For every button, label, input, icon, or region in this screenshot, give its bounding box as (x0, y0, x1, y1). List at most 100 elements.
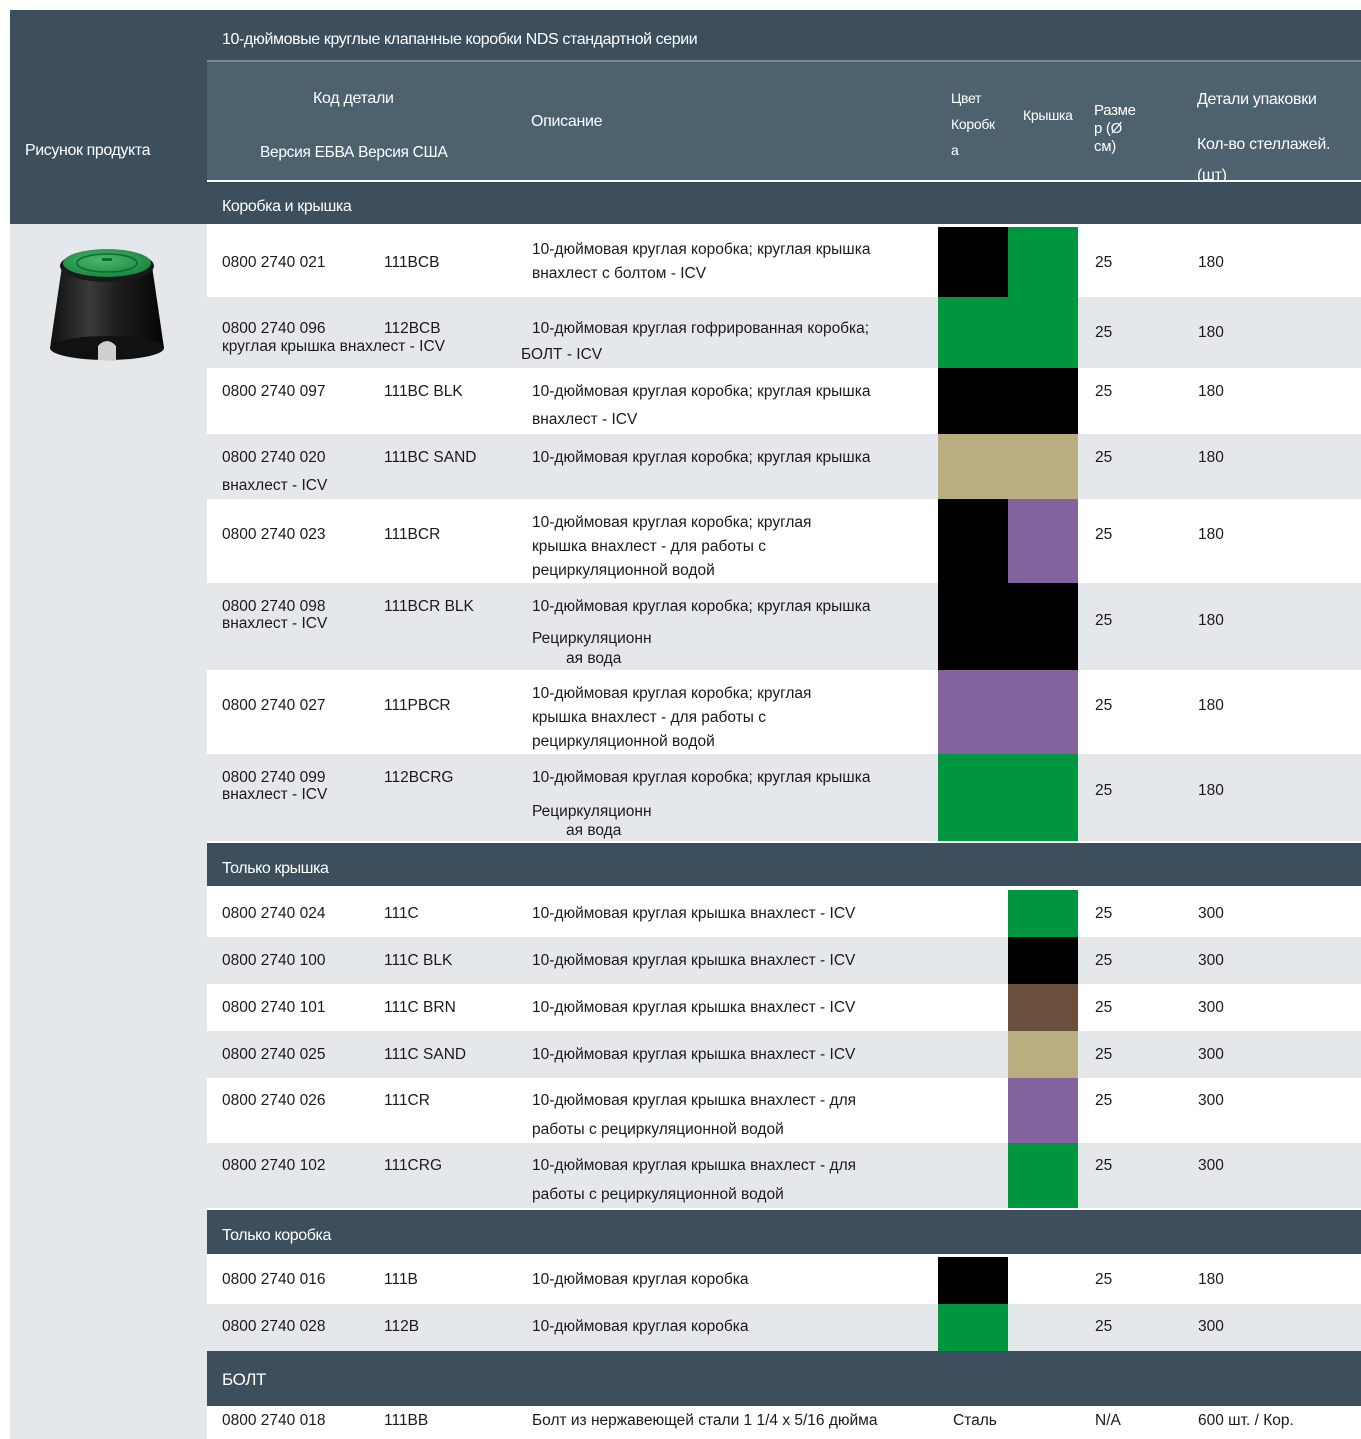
table-row: 0800 2740 024 111C 10-дюймовая круглая к… (207, 890, 1361, 937)
table-title-bar: 10-дюймовые круглые клапанные коробки ND… (207, 10, 1361, 62)
box-and-lid-color-swatch (938, 754, 1078, 841)
description-line: Рециркуляционн (532, 630, 652, 647)
part-code: 0800 2740 100 (222, 952, 326, 969)
table-row: 0800 2740 023 111BCR 10-дюймовая круглая… (207, 499, 1361, 583)
packing-value: 300 (1198, 1092, 1224, 1109)
section-title: БОЛТ (222, 1370, 266, 1389)
packing-value: 180 (1198, 526, 1224, 543)
us-code: 111C BLK (384, 952, 453, 969)
part-code: 0800 2740 024 (222, 905, 326, 922)
table-row: 0800 2740 100 111C BLK 10-дюймовая кругл… (207, 937, 1361, 984)
description-line: рециркуляционной водой (532, 562, 715, 579)
packing-value: 600 шт. / Кор. (1198, 1412, 1294, 1429)
size-value: 25 (1095, 1318, 1113, 1335)
description-line: работы с рециркуляционной водой (532, 1121, 784, 1138)
packing-value: 180 (1198, 449, 1224, 466)
packing-value: 300 (1198, 1318, 1224, 1335)
section-header-box-only: Только коробка (207, 1210, 1361, 1254)
section-header-lid-only: Только крышка (207, 843, 1361, 886)
size-value: 25 (1095, 449, 1113, 466)
table-row: 0800 2740 028 112B 10-дюймовая круглая к… (207, 1304, 1361, 1351)
table-row: 0800 2740 027 111PBCR 10-дюймовая кругла… (207, 670, 1361, 754)
description-line: крышка внахлест - для работы с (532, 538, 766, 555)
size-value: 25 (1095, 999, 1113, 1016)
packing-value: 300 (1198, 905, 1224, 922)
table-row: 0800 2740 101 111C BRN 10-дюймовая кругл… (207, 984, 1361, 1031)
section-title: Только крышка (222, 860, 329, 877)
packing-value: 180 (1198, 1271, 1224, 1288)
size-value: 25 (1095, 1271, 1113, 1288)
size-value: 25 (1095, 1046, 1113, 1063)
versions-header: Версия ЕБВА Версия США (260, 144, 448, 161)
size-value: 25 (1095, 1157, 1113, 1174)
description-line: внахлест - ICV (532, 411, 638, 428)
box-and-lid-color-swatch (938, 583, 1078, 670)
table-row: 0800 2740 020 внахлест - ICV 111BC SAND … (207, 434, 1361, 499)
us-code: 111BB (384, 1412, 429, 1429)
table-row: 0800 2740 099 внахлест - ICV 112BCRG 10-… (207, 754, 1361, 841)
description-line: 10-дюймовая круглая крышка внахлест - дл… (532, 1092, 857, 1109)
box-color-header-line3: а (951, 142, 959, 158)
table-title: 10-дюймовые круглые клапанные коробки ND… (222, 31, 698, 48)
section-header-bolt: БОЛТ (207, 1351, 1361, 1406)
packing-header: Детали упаковки (1197, 91, 1317, 108)
column-header: Код детали Версия ЕБВА Версия США Описан… (207, 62, 1361, 184)
packing-value: 180 (1198, 254, 1224, 271)
round-valve-box-icon (50, 249, 164, 361)
packing-value: 180 (1198, 612, 1224, 629)
description-line: 10-дюймовая круглая коробка (532, 1318, 749, 1335)
description-line: 10-дюймовая круглая коробка; круглая кры… (532, 449, 871, 466)
size-header-line2: р (Ø (1094, 120, 1122, 137)
section-header-box-and-lid: Коробка и крышка (207, 182, 1361, 224)
size-header-line1: Разме (1094, 102, 1136, 119)
size-value: 25 (1095, 324, 1113, 341)
description-line: рециркуляционной водой (532, 733, 715, 750)
pallet-qty-header: Кол-во стеллажей. (1197, 136, 1331, 153)
size-value: 25 (1095, 526, 1113, 543)
description-line: 10-дюймовая круглая коробка; круглая (532, 514, 812, 531)
table-row: 0800 2740 021 111BCB 10-дюймовая круглая… (207, 227, 1361, 297)
part-code: 0800 2740 097 (222, 383, 326, 400)
description-header: Описание (531, 113, 603, 130)
box-and-lid-color-swatch (938, 297, 1078, 368)
packing-value: 300 (1198, 1157, 1224, 1174)
lid-color-swatch (1008, 1143, 1078, 1208)
size-value: N/A (1095, 1412, 1121, 1429)
section-title: Коробка и крышка (222, 198, 352, 215)
description-line: БОЛТ - ICV (521, 346, 603, 363)
product-picture-cell (10, 224, 207, 1439)
lid-color-swatch (1008, 1078, 1078, 1143)
lid-color-swatch (1008, 984, 1078, 1031)
table-row: 0800 2740 098 внахлест - ICV 111BCR BLK … (207, 583, 1361, 670)
lid-color-swatch (1008, 937, 1078, 984)
description-line: ая вода (566, 650, 622, 667)
size-value: 25 (1095, 782, 1113, 799)
material-value: Сталь (953, 1412, 997, 1429)
description-line: 10-дюймовая круглая гофрированная коробк… (532, 320, 870, 337)
description-line: ая вода (566, 822, 622, 839)
size-value: 25 (1095, 254, 1113, 271)
size-value: 25 (1095, 697, 1113, 714)
part-code-note: внахлест - ICV (222, 786, 328, 803)
packing-value: 300 (1198, 952, 1224, 969)
part-code-header: Код детали (313, 90, 394, 107)
part-code: 0800 2740 101 (222, 999, 326, 1016)
table-row: 0800 2740 102 111CRG 10-дюймовая круглая… (207, 1143, 1361, 1208)
us-code: 111C SAND (384, 1046, 467, 1063)
size-value: 25 (1095, 1092, 1113, 1109)
part-code-note: круглая крышка внахлест - ICV (222, 338, 445, 355)
us-code: 111CRG (384, 1157, 443, 1174)
us-code: 112BCB (384, 320, 441, 337)
box-and-lid-color-swatch (938, 670, 1078, 754)
box-color-header-line1: Цвет (951, 90, 982, 106)
size-value: 25 (1095, 383, 1113, 400)
box-color-swatch (938, 1257, 1008, 1304)
table-row: 0800 2740 025 111C SAND 10-дюймовая круг… (207, 1031, 1361, 1078)
box-and-lid-color-swatch (938, 368, 1078, 434)
description-line: 10-дюймовая круглая коробка (532, 1271, 749, 1288)
packing-value: 180 (1198, 324, 1224, 341)
description-line: 10-дюймовая круглая крышка внахлест - дл… (532, 1157, 857, 1174)
part-code: 0800 2740 020 (222, 449, 326, 466)
us-code: 112BCRG (384, 769, 454, 786)
lid-color-swatch (1008, 227, 1078, 297)
